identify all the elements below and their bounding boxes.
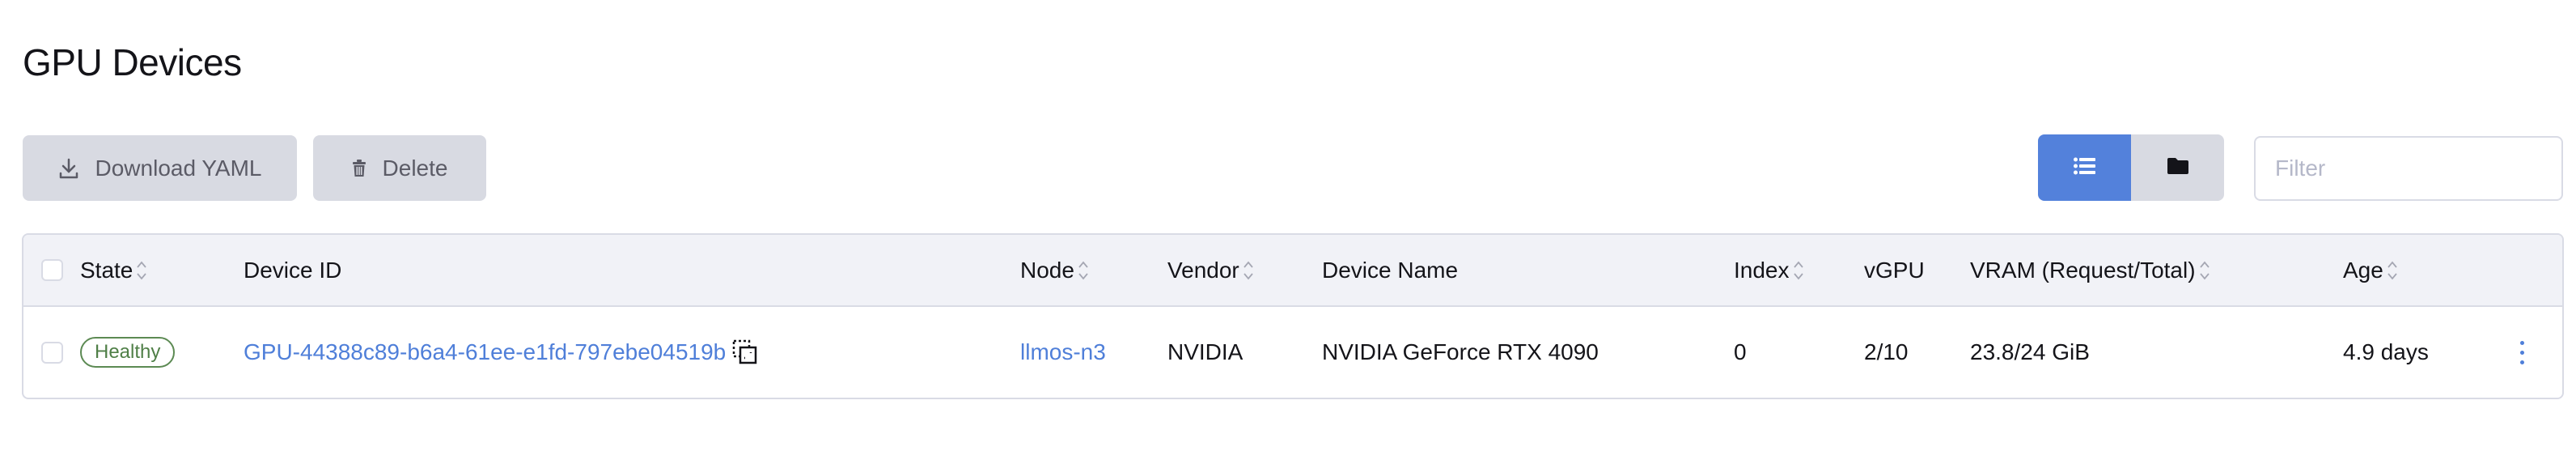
vendor-cell: NVIDIA [1167,339,1244,364]
select-all-cell [41,235,63,305]
column-label: Device Name [1322,257,1459,283]
download-icon [58,157,79,180]
table-header: State Device ID Node Vendor Device Name … [23,235,2562,307]
list-view-button[interactable] [2038,134,2131,201]
column-label: State [80,257,133,283]
column-header-device-name: Device Name [1322,235,1458,305]
sort-icon[interactable] [136,260,147,281]
column-label: Vendor [1167,257,1239,283]
column-label: vGPU [1864,257,1925,283]
filter-input[interactable] [2254,136,2563,201]
trash-icon [352,159,366,177]
column-header-vram[interactable]: VRAM (Request/Total) [1970,235,2210,305]
column-header-index[interactable]: Index [1734,235,1804,305]
column-label: Index [1734,257,1790,283]
device-name-cell: NVIDIA GeForce RTX 4090 [1322,339,1599,364]
view-toggle [2038,134,2224,201]
sort-icon[interactable] [1078,260,1089,281]
row-actions-cell [2520,307,2524,398]
column-header-age[interactable]: Age [2343,235,2398,305]
column-header-node[interactable]: Node [1020,235,1089,305]
sort-icon[interactable] [1793,260,1804,281]
delete-button[interactable]: Delete [313,135,486,201]
page-title: GPU Devices [23,41,242,83]
vgpu-cell: 2/10 [1864,339,1909,364]
table-row: Healthy GPU-44388c89-b6a4-61ee-e1fd-797e… [23,307,2562,398]
status-badge: Healthy [80,337,176,368]
copy-icon[interactable] [732,339,758,365]
folder-icon [2167,157,2188,179]
row-checkbox[interactable] [41,341,63,364]
column-header-vendor[interactable]: Vendor [1167,235,1254,305]
sort-icon[interactable] [1243,260,1254,281]
state-cell: Healthy [80,307,176,398]
download-yaml-label: Download YAML [95,155,262,181]
column-header-device-id: Device ID [244,235,341,305]
node-cell: llmos-n3 [1020,307,1106,398]
folder-view-button[interactable] [2131,134,2224,201]
list-icon [2073,157,2096,179]
download-yaml-button[interactable]: Download YAML [23,135,297,201]
device-id-cell: GPU-44388c89-b6a4-61ee-e1fd-797ebe04519b [244,307,758,398]
device-id-link[interactable]: GPU-44388c89-b6a4-61ee-e1fd-797ebe04519b [244,339,726,365]
column-label: VRAM (Request/Total) [1970,257,2196,283]
select-all-checkbox[interactable] [41,259,63,281]
kebab-menu-icon[interactable] [2520,340,2524,364]
sort-icon[interactable] [2199,260,2210,281]
vram-cell: 23.8/24 GiB [1970,339,2090,364]
column-label: Age [2343,257,2383,283]
column-label: Node [1020,257,1074,283]
delete-label: Delete [382,155,448,181]
column-header-vgpu: vGPU [1864,235,1925,305]
row-select-cell [41,307,63,398]
sort-icon[interactable] [2387,260,2398,281]
column-header-state[interactable]: State [80,235,147,305]
gpu-devices-table: State Device ID Node Vendor Device Name … [22,233,2564,399]
index-cell: 0 [1734,339,1747,364]
age-cell: 4.9 days [2343,339,2429,364]
column-label: Device ID [244,257,342,283]
node-link[interactable]: llmos-n3 [1020,339,1106,365]
